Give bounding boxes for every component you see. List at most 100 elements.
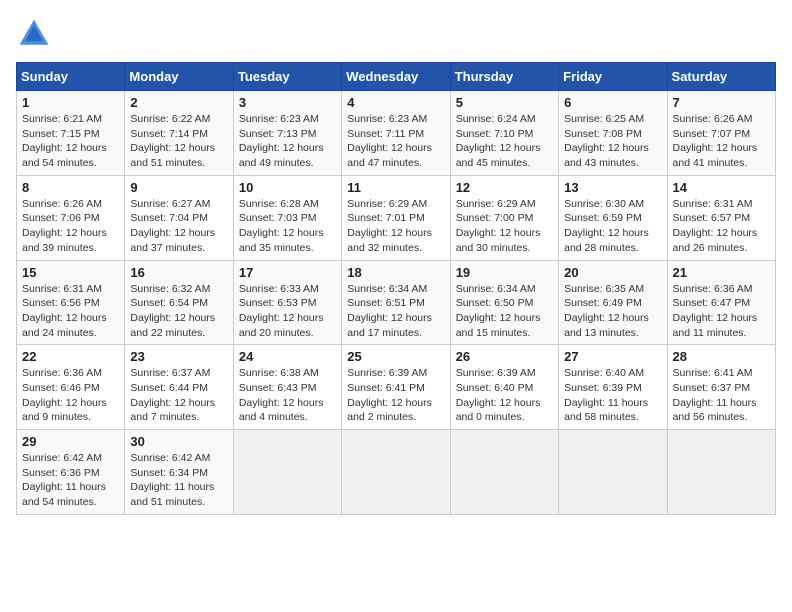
day-detail: Sunrise: 6:37 AM Sunset: 6:44 PM Dayligh… <box>130 366 227 425</box>
day-detail: Sunrise: 6:24 AM Sunset: 7:10 PM Dayligh… <box>456 112 553 171</box>
calendar-cell: 9 Sunrise: 6:27 AM Sunset: 7:04 PM Dayli… <box>125 175 233 260</box>
day-number: 25 <box>347 349 444 364</box>
day-number: 26 <box>456 349 553 364</box>
calendar-cell: 26 Sunrise: 6:39 AM Sunset: 6:40 PM Dayl… <box>450 345 558 430</box>
day-detail: Sunrise: 6:35 AM Sunset: 6:49 PM Dayligh… <box>564 282 661 341</box>
day-detail: Sunrise: 6:40 AM Sunset: 6:39 PM Dayligh… <box>564 366 661 425</box>
day-number: 17 <box>239 265 336 280</box>
day-detail: Sunrise: 6:34 AM Sunset: 6:51 PM Dayligh… <box>347 282 444 341</box>
day-number: 11 <box>347 180 444 195</box>
day-header-thursday: Thursday <box>450 63 558 91</box>
calendar-cell: 19 Sunrise: 6:34 AM Sunset: 6:50 PM Dayl… <box>450 260 558 345</box>
day-number: 8 <box>22 180 119 195</box>
day-number: 21 <box>673 265 770 280</box>
day-detail: Sunrise: 6:29 AM Sunset: 7:00 PM Dayligh… <box>456 197 553 256</box>
day-number: 6 <box>564 95 661 110</box>
calendar-table: SundayMondayTuesdayWednesdayThursdayFrid… <box>16 62 776 515</box>
calendar-cell: 30 Sunrise: 6:42 AM Sunset: 6:34 PM Dayl… <box>125 430 233 515</box>
day-number: 19 <box>456 265 553 280</box>
calendar-cell: 13 Sunrise: 6:30 AM Sunset: 6:59 PM Dayl… <box>559 175 667 260</box>
calendar-cell: 10 Sunrise: 6:28 AM Sunset: 7:03 PM Dayl… <box>233 175 341 260</box>
day-detail: Sunrise: 6:32 AM Sunset: 6:54 PM Dayligh… <box>130 282 227 341</box>
day-detail: Sunrise: 6:34 AM Sunset: 6:50 PM Dayligh… <box>456 282 553 341</box>
day-detail: Sunrise: 6:21 AM Sunset: 7:15 PM Dayligh… <box>22 112 119 171</box>
calendar-cell: 3 Sunrise: 6:23 AM Sunset: 7:13 PM Dayli… <box>233 91 341 176</box>
calendar-cell: 28 Sunrise: 6:41 AM Sunset: 6:37 PM Dayl… <box>667 345 775 430</box>
calendar-cell: 18 Sunrise: 6:34 AM Sunset: 6:51 PM Dayl… <box>342 260 450 345</box>
calendar-cell <box>667 430 775 515</box>
day-number: 30 <box>130 434 227 449</box>
calendar-cell: 12 Sunrise: 6:29 AM Sunset: 7:00 PM Dayl… <box>450 175 558 260</box>
day-number: 16 <box>130 265 227 280</box>
day-number: 12 <box>456 180 553 195</box>
calendar-cell <box>233 430 341 515</box>
calendar-week-row: 1 Sunrise: 6:21 AM Sunset: 7:15 PM Dayli… <box>17 91 776 176</box>
day-number: 27 <box>564 349 661 364</box>
day-detail: Sunrise: 6:28 AM Sunset: 7:03 PM Dayligh… <box>239 197 336 256</box>
day-number: 18 <box>347 265 444 280</box>
calendar-cell <box>450 430 558 515</box>
day-number: 4 <box>347 95 444 110</box>
day-detail: Sunrise: 6:38 AM Sunset: 6:43 PM Dayligh… <box>239 366 336 425</box>
day-number: 13 <box>564 180 661 195</box>
calendar-cell: 7 Sunrise: 6:26 AM Sunset: 7:07 PM Dayli… <box>667 91 775 176</box>
day-number: 5 <box>456 95 553 110</box>
calendar-cell: 4 Sunrise: 6:23 AM Sunset: 7:11 PM Dayli… <box>342 91 450 176</box>
day-header-sunday: Sunday <box>17 63 125 91</box>
calendar-cell: 17 Sunrise: 6:33 AM Sunset: 6:53 PM Dayl… <box>233 260 341 345</box>
logo-icon <box>16 16 52 52</box>
calendar-cell: 22 Sunrise: 6:36 AM Sunset: 6:46 PM Dayl… <box>17 345 125 430</box>
calendar-cell: 23 Sunrise: 6:37 AM Sunset: 6:44 PM Dayl… <box>125 345 233 430</box>
day-detail: Sunrise: 6:31 AM Sunset: 6:57 PM Dayligh… <box>673 197 770 256</box>
calendar-cell <box>342 430 450 515</box>
day-detail: Sunrise: 6:29 AM Sunset: 7:01 PM Dayligh… <box>347 197 444 256</box>
calendar-cell: 15 Sunrise: 6:31 AM Sunset: 6:56 PM Dayl… <box>17 260 125 345</box>
day-detail: Sunrise: 6:42 AM Sunset: 6:36 PM Dayligh… <box>22 451 119 510</box>
day-number: 28 <box>673 349 770 364</box>
calendar-cell: 2 Sunrise: 6:22 AM Sunset: 7:14 PM Dayli… <box>125 91 233 176</box>
day-detail: Sunrise: 6:23 AM Sunset: 7:13 PM Dayligh… <box>239 112 336 171</box>
day-detail: Sunrise: 6:41 AM Sunset: 6:37 PM Dayligh… <box>673 366 770 425</box>
day-detail: Sunrise: 6:27 AM Sunset: 7:04 PM Dayligh… <box>130 197 227 256</box>
day-number: 3 <box>239 95 336 110</box>
day-header-monday: Monday <box>125 63 233 91</box>
calendar-week-row: 15 Sunrise: 6:31 AM Sunset: 6:56 PM Dayl… <box>17 260 776 345</box>
calendar-cell: 1 Sunrise: 6:21 AM Sunset: 7:15 PM Dayli… <box>17 91 125 176</box>
day-detail: Sunrise: 6:36 AM Sunset: 6:47 PM Dayligh… <box>673 282 770 341</box>
calendar-week-row: 22 Sunrise: 6:36 AM Sunset: 6:46 PM Dayl… <box>17 345 776 430</box>
page-header <box>16 16 776 52</box>
day-header-tuesday: Tuesday <box>233 63 341 91</box>
day-detail: Sunrise: 6:23 AM Sunset: 7:11 PM Dayligh… <box>347 112 444 171</box>
calendar-cell: 6 Sunrise: 6:25 AM Sunset: 7:08 PM Dayli… <box>559 91 667 176</box>
day-detail: Sunrise: 6:39 AM Sunset: 6:41 PM Dayligh… <box>347 366 444 425</box>
logo <box>16 16 58 52</box>
calendar-cell: 5 Sunrise: 6:24 AM Sunset: 7:10 PM Dayli… <box>450 91 558 176</box>
day-number: 29 <box>22 434 119 449</box>
day-detail: Sunrise: 6:39 AM Sunset: 6:40 PM Dayligh… <box>456 366 553 425</box>
day-detail: Sunrise: 6:26 AM Sunset: 7:07 PM Dayligh… <box>673 112 770 171</box>
calendar-cell <box>559 430 667 515</box>
day-header-saturday: Saturday <box>667 63 775 91</box>
calendar-header-row: SundayMondayTuesdayWednesdayThursdayFrid… <box>17 63 776 91</box>
day-header-wednesday: Wednesday <box>342 63 450 91</box>
day-detail: Sunrise: 6:26 AM Sunset: 7:06 PM Dayligh… <box>22 197 119 256</box>
day-detail: Sunrise: 6:22 AM Sunset: 7:14 PM Dayligh… <box>130 112 227 171</box>
day-number: 24 <box>239 349 336 364</box>
day-number: 10 <box>239 180 336 195</box>
calendar-cell: 25 Sunrise: 6:39 AM Sunset: 6:41 PM Dayl… <box>342 345 450 430</box>
calendar-cell: 20 Sunrise: 6:35 AM Sunset: 6:49 PM Dayl… <box>559 260 667 345</box>
calendar-cell: 29 Sunrise: 6:42 AM Sunset: 6:36 PM Dayl… <box>17 430 125 515</box>
day-detail: Sunrise: 6:25 AM Sunset: 7:08 PM Dayligh… <box>564 112 661 171</box>
day-detail: Sunrise: 6:30 AM Sunset: 6:59 PM Dayligh… <box>564 197 661 256</box>
calendar-cell: 14 Sunrise: 6:31 AM Sunset: 6:57 PM Dayl… <box>667 175 775 260</box>
day-detail: Sunrise: 6:31 AM Sunset: 6:56 PM Dayligh… <box>22 282 119 341</box>
day-detail: Sunrise: 6:33 AM Sunset: 6:53 PM Dayligh… <box>239 282 336 341</box>
day-number: 20 <box>564 265 661 280</box>
calendar-week-row: 29 Sunrise: 6:42 AM Sunset: 6:36 PM Dayl… <box>17 430 776 515</box>
calendar-cell: 16 Sunrise: 6:32 AM Sunset: 6:54 PM Dayl… <box>125 260 233 345</box>
calendar-cell: 24 Sunrise: 6:38 AM Sunset: 6:43 PM Dayl… <box>233 345 341 430</box>
day-number: 9 <box>130 180 227 195</box>
day-number: 15 <box>22 265 119 280</box>
day-number: 22 <box>22 349 119 364</box>
day-detail: Sunrise: 6:36 AM Sunset: 6:46 PM Dayligh… <box>22 366 119 425</box>
